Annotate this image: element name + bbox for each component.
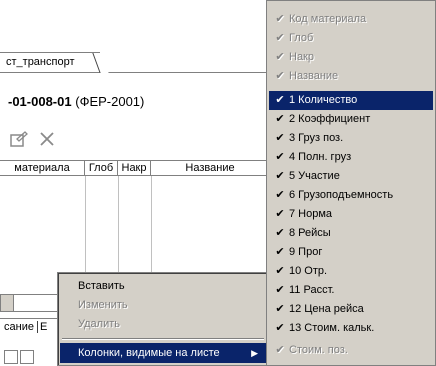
submenu-item-participation[interactable]: ✔ 5 Участие bbox=[269, 167, 433, 186]
check-icon: ✔ bbox=[275, 344, 285, 356]
context-menu: Вставить Изменить Удалить Колонки, видим… bbox=[57, 272, 269, 366]
submenu-item-nakr[interactable]: ✔ Накр bbox=[269, 48, 433, 67]
check-icon: ✔ bbox=[275, 227, 285, 239]
menu-item-delete[interactable]: Удалить bbox=[60, 314, 266, 334]
submenu-arrow-icon: ▶ bbox=[251, 348, 258, 358]
grid-header: материала Глоб Накр Название bbox=[0, 160, 270, 176]
submenu-item-trips[interactable]: ✔ 8 Рейсы bbox=[269, 224, 433, 243]
status-icon[interactable] bbox=[20, 350, 34, 364]
check-icon: ✔ bbox=[275, 151, 285, 163]
grid-column-divider bbox=[85, 176, 86, 286]
column-header-nakr[interactable]: Накр bbox=[118, 161, 151, 176]
submenu-item-pos-cost[interactable]: ✔ Стоим. поз. bbox=[269, 341, 433, 360]
tab-label: ст_транспорт bbox=[6, 56, 75, 68]
submenu-item-label: Накр bbox=[289, 51, 314, 63]
document-title: -01-008-01 (ФЕР-2001) bbox=[8, 94, 144, 109]
submenu-item-label: Глоб bbox=[289, 32, 314, 44]
doc-source: (ФЕР-2001) bbox=[75, 94, 145, 109]
check-icon: ✔ bbox=[275, 113, 285, 125]
column-header-material[interactable]: материала bbox=[0, 161, 85, 176]
submenu-item-label: Название bbox=[289, 70, 339, 82]
submenu-item-name[interactable]: ✔ Название bbox=[269, 67, 433, 86]
check-icon: ✔ bbox=[275, 51, 285, 63]
submenu-item-capacity[interactable]: ✔ 6 Грузоподъемность bbox=[269, 186, 433, 205]
menu-item-visible-columns[interactable]: Колонки, видимые на листе ▶ bbox=[60, 343, 266, 363]
check-icon: ✔ bbox=[275, 70, 285, 82]
menu-item-label: Колонки, видимые на листе bbox=[78, 347, 220, 359]
grid-column-divider bbox=[118, 176, 119, 286]
submenu-item-coefficient[interactable]: ✔ 2 Коэффициент bbox=[269, 110, 433, 129]
properties-icon[interactable] bbox=[8, 130, 30, 150]
sheet-tab-next[interactable]: Е bbox=[37, 321, 48, 333]
menu-separator bbox=[62, 338, 264, 340]
submenu-item-label: Код материала bbox=[289, 13, 367, 25]
submenu-item-label: 1 Количество bbox=[289, 94, 358, 106]
submenu-item-label: Стоим. поз. bbox=[289, 344, 348, 356]
menu-item-edit[interactable]: Изменить bbox=[60, 295, 266, 315]
submenu-item-label: 10 Отр. bbox=[289, 265, 328, 277]
submenu-item-label: 3 Груз поз. bbox=[289, 132, 344, 144]
check-icon: ✔ bbox=[275, 13, 285, 25]
submenu-item-norm[interactable]: ✔ 7 Норма bbox=[269, 205, 433, 224]
submenu-item-label: 2 Коэффициент bbox=[289, 113, 371, 125]
submenu-item-material-code[interactable]: ✔ Код материала bbox=[269, 10, 433, 29]
check-icon: ✔ bbox=[275, 322, 285, 334]
submenu-item-label: 7 Норма bbox=[289, 208, 333, 220]
close-icon[interactable] bbox=[36, 130, 58, 150]
column-header-glob[interactable]: Глоб bbox=[85, 161, 118, 176]
submenu-item-calc-cost[interactable]: ✔ 13 Стоим. кальк. bbox=[269, 319, 433, 338]
check-icon: ✔ bbox=[275, 32, 285, 44]
sheet-tab-label: сание bbox=[4, 321, 34, 333]
check-icon: ✔ bbox=[275, 94, 285, 106]
submenu-item-distance[interactable]: ✔ 11 Расст. bbox=[269, 281, 433, 300]
submenu-item-label: 4 Полн. груз bbox=[289, 151, 352, 163]
submenu-item-otr[interactable]: ✔ 10 Отр. bbox=[269, 262, 433, 281]
submenu-item-prog[interactable]: ✔ 9 Прог bbox=[269, 243, 433, 262]
status-icons bbox=[0, 350, 60, 366]
document-tab-strip: ст_транспорт bbox=[0, 50, 270, 73]
submenu-item-full-cargo[interactable]: ✔ 4 Полн. груз bbox=[269, 148, 433, 167]
submenu-item-label: 8 Рейсы bbox=[289, 227, 331, 239]
check-icon: ✔ bbox=[275, 265, 285, 277]
submenu-item-glob[interactable]: ✔ Глоб bbox=[269, 29, 433, 48]
grid-column-divider bbox=[151, 176, 152, 286]
check-icon: ✔ bbox=[275, 189, 285, 201]
sheet-tab[interactable]: сание Е bbox=[0, 319, 48, 335]
check-icon: ✔ bbox=[275, 246, 285, 258]
submenu-item-label: 11 Расст. bbox=[289, 284, 335, 296]
grid-body[interactable] bbox=[0, 176, 270, 286]
submenu-item-trip-price[interactable]: ✔ 12 Цена рейса bbox=[269, 300, 433, 319]
column-header-name[interactable]: Название bbox=[151, 161, 270, 176]
menu-item-insert[interactable]: Вставить bbox=[60, 276, 266, 296]
submenu-item-label: 6 Грузоподъемность bbox=[289, 189, 394, 201]
doc-code: -01-008-01 bbox=[8, 94, 72, 109]
submenu-item-label: 13 Стоим. кальк. bbox=[289, 322, 375, 334]
status-icon[interactable] bbox=[4, 350, 18, 364]
check-icon: ✔ bbox=[275, 303, 285, 315]
check-icon: ✔ bbox=[275, 132, 285, 144]
sheet-tabs: сание Е bbox=[0, 318, 60, 337]
submenu-item-quantity[interactable]: ✔ 1 Количество bbox=[269, 91, 433, 110]
check-icon: ✔ bbox=[275, 170, 285, 182]
submenu-item-label: 12 Цена рейса bbox=[289, 303, 364, 315]
submenu-item-label: 9 Прог bbox=[289, 246, 323, 258]
columns-submenu: ✔ Код материала ✔ Глоб ✔ Накр ✔ Название ✔ 1 … bbox=[266, 0, 436, 366]
tab-transport[interactable]: ст_транспорт bbox=[0, 52, 100, 70]
submenu-item-cargo-pos[interactable]: ✔ 3 Груз поз. bbox=[269, 129, 433, 148]
scrollbar-thumb[interactable] bbox=[0, 294, 14, 312]
check-icon: ✔ bbox=[275, 208, 285, 220]
submenu-item-label: 5 Участие bbox=[289, 170, 340, 182]
check-icon: ✔ bbox=[275, 284, 285, 296]
